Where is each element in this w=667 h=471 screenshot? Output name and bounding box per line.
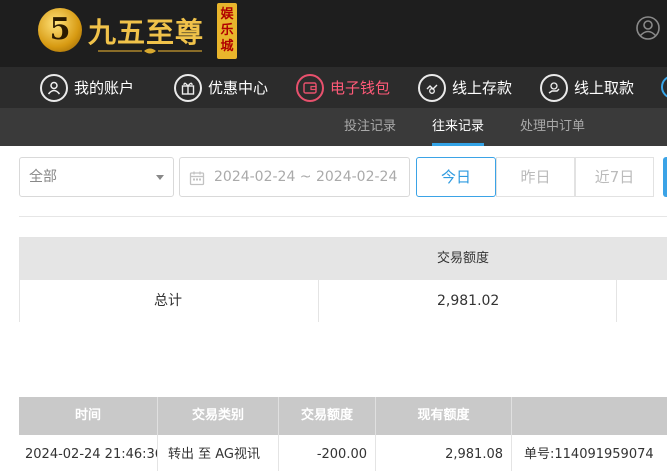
column-header-type: 交易类别	[158, 397, 279, 435]
chevron-down-icon	[156, 175, 164, 180]
app-root: 5 九五至尊 娱乐城 我的账户 优惠中心 电子钱包 线上存款 线上取款 投注记录…	[0, 0, 667, 471]
quick-filter-yesterday[interactable]: 昨日	[496, 157, 575, 197]
divider	[616, 280, 617, 322]
nav-label: 线上存款	[452, 79, 513, 97]
nav-item-promotions[interactable]: 优惠中心	[174, 67, 268, 108]
search-button[interactable]	[663, 157, 667, 197]
cell-type: 转出 至 AG视讯	[158, 435, 279, 471]
tab-pending-orders[interactable]: 处理中订单	[520, 108, 585, 146]
table-row: 2024-02-24 21:46:36 转出 至 AG视讯 -200.00 2,…	[19, 435, 667, 471]
records-table: 时间 交易类别 交易额度 现有额度 2024-02-24 21:46:36 转出…	[19, 397, 667, 471]
wallet-icon	[296, 73, 324, 102]
calendar-icon	[189, 171, 205, 186]
transaction-type-select[interactable]: 全部	[19, 157, 174, 197]
quick-filter-7days[interactable]: 近7日	[575, 157, 654, 197]
cell-time: 2024-02-24 21:46:36	[19, 435, 158, 471]
date-range-input[interactable]: 2024-02-24 ~ 2024-02-24	[179, 157, 410, 197]
date-range-value: 2024-02-24 ~ 2024-02-24	[214, 169, 398, 185]
summary-table: 交易额度 总计 2,981.02	[19, 237, 667, 322]
brand-logo[interactable]: 5 九五至尊 娱乐城	[36, 3, 241, 61]
divider	[19, 216, 667, 217]
summary-header: 交易额度	[20, 238, 667, 280]
user-circle-icon[interactable]	[636, 16, 660, 40]
nav-label: 线上取款	[574, 79, 635, 97]
logo-badge-icon: 5	[38, 8, 82, 52]
gift-icon	[174, 73, 202, 102]
nav-item-wallet[interactable]: 电子钱包	[296, 67, 390, 108]
quick-filter-today[interactable]: 今日	[416, 157, 496, 197]
summary-header-label: 交易额度	[437, 251, 490, 266]
tab-transaction-records[interactable]: 往来记录	[432, 108, 485, 146]
column-header-balance: 现有额度	[376, 397, 512, 435]
user-icon	[40, 73, 68, 102]
select-value: 全部	[29, 169, 57, 185]
main-nav: 我的账户 优惠中心 电子钱包 线上存款 线上取款	[0, 67, 667, 108]
cell-balance: 2,981.08	[376, 435, 512, 471]
nav-label: 电子钱包	[330, 79, 391, 97]
withdraw-icon	[540, 73, 568, 102]
cell-order-number[interactable]: 单号:114091959074	[512, 435, 667, 471]
nav-label: 优惠中心	[208, 79, 269, 97]
logo-ornament-icon	[98, 48, 202, 54]
summary-total-label: 总计	[154, 293, 182, 309]
divider	[318, 280, 319, 322]
column-header-amount: 交易额度	[279, 397, 376, 435]
column-header-time: 时间	[19, 397, 158, 435]
column-header-order	[512, 397, 667, 435]
brand-tag: 娱乐城	[217, 3, 237, 59]
cell-amount: -200.00	[279, 435, 376, 471]
records-header: 时间 交易类别 交易额度 现有额度	[19, 397, 667, 435]
site-header: 5 九五至尊 娱乐城	[0, 0, 667, 67]
deposit-icon	[418, 73, 446, 102]
nav-label: 我的账户	[74, 79, 135, 97]
sub-nav: 投注记录 往来记录 处理中订单	[0, 108, 667, 146]
nav-item-account[interactable]: 我的账户	[40, 67, 134, 108]
summary-row: 总计 2,981.02	[20, 280, 667, 322]
summary-total-amount: 2,981.02	[437, 293, 500, 309]
nav-item-withdraw[interactable]: 线上取款	[540, 67, 634, 108]
tab-bet-records[interactable]: 投注记录	[344, 108, 396, 146]
nav-overflow-icon[interactable]	[661, 75, 667, 99]
brand-title: 九五至尊	[88, 16, 205, 49]
nav-item-deposit[interactable]: 线上存款	[418, 67, 512, 108]
